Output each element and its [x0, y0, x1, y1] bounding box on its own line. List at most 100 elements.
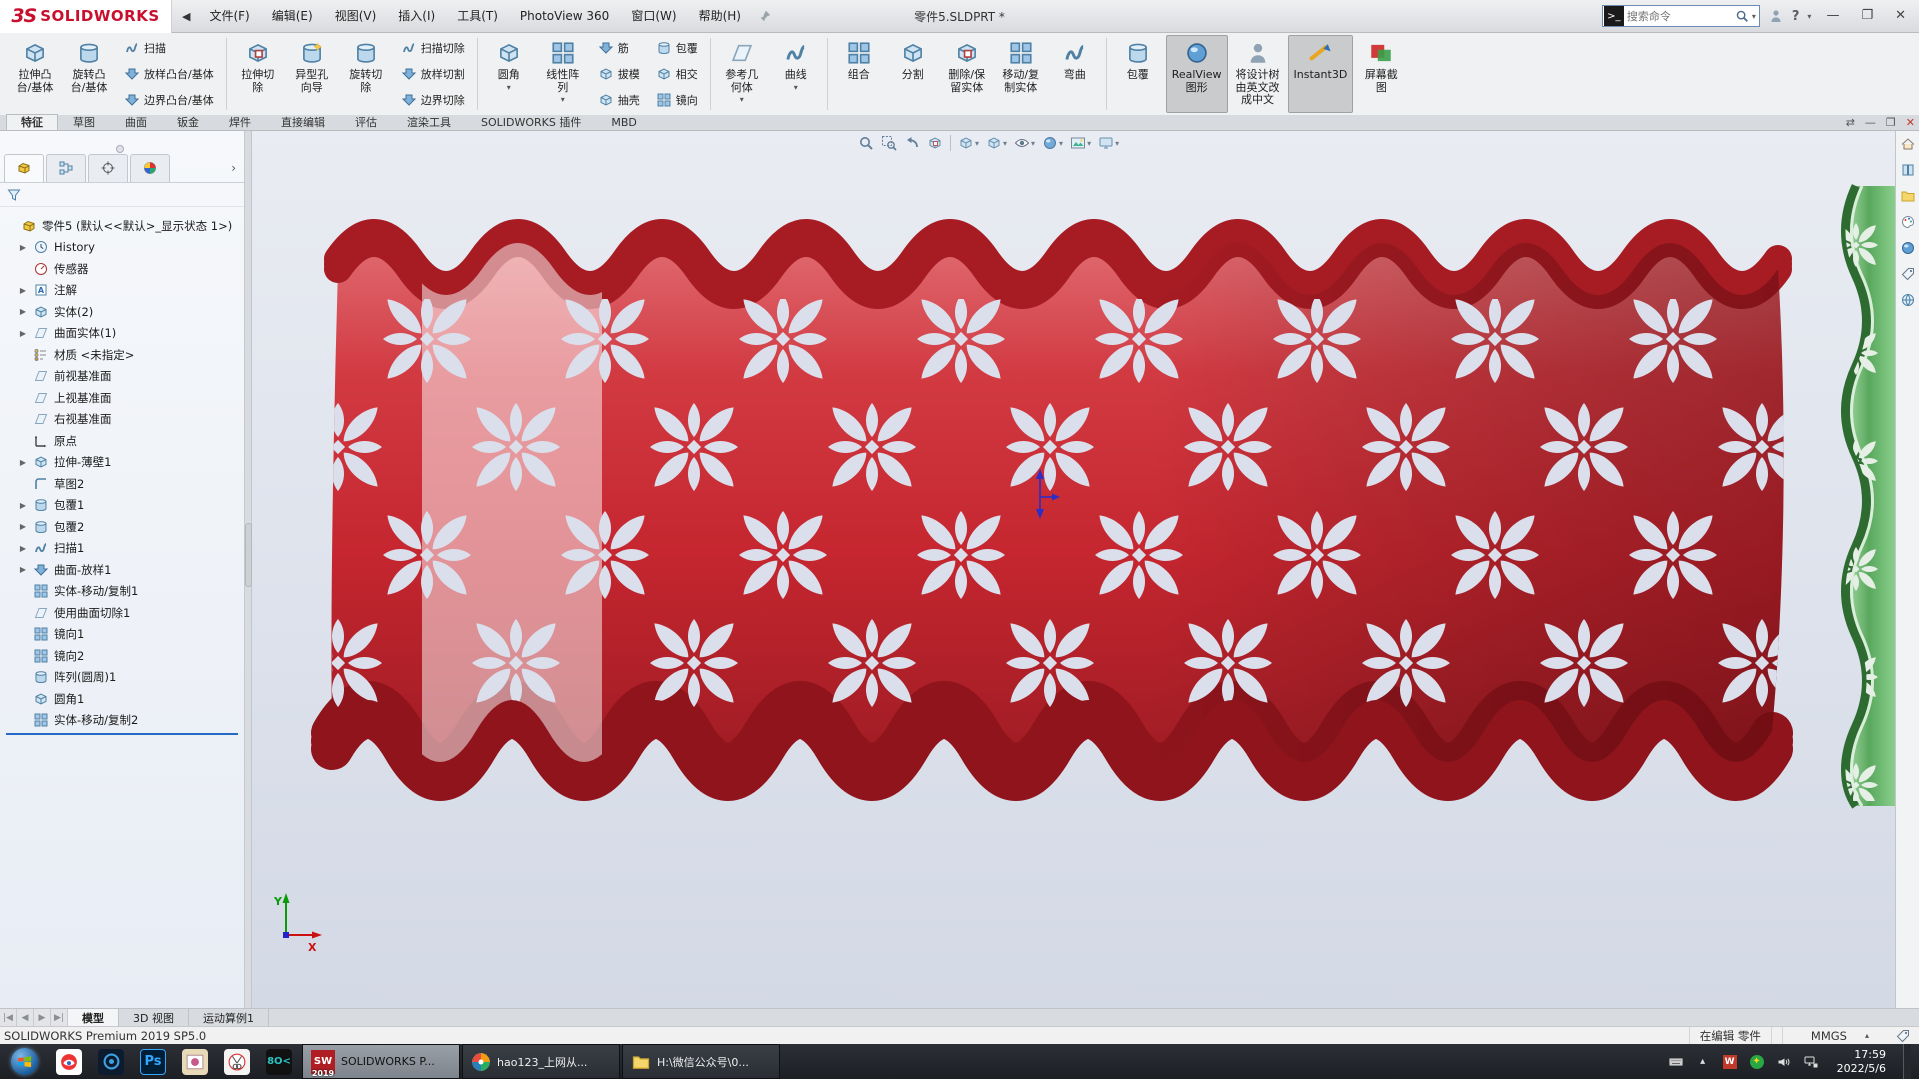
viewport-canvas[interactable]: Y X ▾ ▾ ▾ ▾ ▾ ▾: [252, 131, 1895, 1008]
headsup-zoom-fit-button[interactable]: [858, 135, 874, 151]
tree-item-fillet1[interactable]: 圆角1: [4, 688, 244, 710]
tray-touch-keyboard-button[interactable]: [1667, 1053, 1685, 1071]
login-user-icon[interactable]: [1768, 8, 1784, 24]
taskbar-clock[interactable]: 17:59 2022/5/6: [1829, 1048, 1894, 1076]
tray-tray-expand-button[interactable]: ▴: [1694, 1053, 1712, 1071]
ribbon-extruded-cut-button[interactable]: 拉伸切 除: [232, 35, 284, 113]
command-search-box[interactable]: >_ ▾: [1601, 5, 1760, 27]
tab-render-tools[interactable]: 渲染工具: [392, 114, 466, 130]
taskpane-forum-button[interactable]: [1896, 287, 1919, 313]
ribbon-swept-cut-button[interactable]: 扫描切除: [396, 38, 470, 58]
ribbon-curves-button[interactable]: 曲线 ▾: [770, 35, 822, 113]
expand-arrow-icon[interactable]: ▶: [18, 307, 28, 316]
tab-first-button[interactable]: |◀: [0, 1009, 17, 1026]
expand-arrow-icon[interactable]: ▶: [18, 544, 28, 553]
tab-surfaces[interactable]: 曲面: [110, 114, 162, 130]
taskpane-resources-home-button[interactable]: [1896, 131, 1919, 157]
tray-green-app-tray-button[interactable]: ✦: [1748, 1053, 1766, 1071]
tree-item-body-move-copy1[interactable]: 实体-移动/复制1: [4, 581, 244, 603]
dropdown-caret-icon[interactable]: ▾: [740, 95, 744, 104]
help-icon[interactable]: ?: [1792, 9, 1800, 24]
ribbon-sweep-button[interactable]: 扫描: [119, 38, 219, 58]
ribbon-wrap-button[interactable]: 包覆: [1112, 35, 1164, 113]
menu-window[interactable]: 窗口(W): [620, 0, 687, 32]
search-input[interactable]: [1626, 9, 1735, 23]
expand-arrow-icon[interactable]: ▶: [18, 458, 28, 467]
ribbon-reference-geometry-button[interactable]: 参考几 何体 ▾: [716, 35, 768, 113]
headsup-display-style-button[interactable]: ▾: [986, 135, 1007, 151]
ribbon-boundary-boss-button[interactable]: 边界凸台/基体: [119, 90, 219, 110]
ribbon-realview-button[interactable]: RealView 图形: [1165, 35, 1228, 113]
tab-direct-editing[interactable]: 直接编辑: [266, 114, 340, 130]
expand-arrow-icon[interactable]: ▶: [18, 565, 28, 574]
property-manager-tab[interactable]: [46, 153, 86, 182]
taskpane-view-palette-button[interactable]: [1896, 209, 1919, 235]
minimize-button[interactable]: —: [1819, 4, 1846, 28]
tree-item-mirror1[interactable]: 镜向1: [4, 624, 244, 646]
ribbon-tree-language-button[interactable]: 将设计树 由英文改 成中文: [1230, 35, 1286, 113]
ribbon-intersect-button[interactable]: 相交: [651, 64, 703, 84]
menu-insert[interactable]: 插入(I): [387, 0, 446, 32]
filter-funnel-icon[interactable]: [6, 187, 22, 203]
headsup-previous-view-button[interactable]: [904, 135, 920, 151]
taskpane-appearances-button[interactable]: [1896, 235, 1919, 261]
dropdown-caret-icon[interactable]: ▾: [1003, 139, 1007, 148]
ribbon-loft-boss-button[interactable]: 放样凸台/基体: [119, 64, 219, 84]
menu-tools[interactable]: 工具(T): [446, 0, 509, 32]
menu-file[interactable]: 文件(F): [198, 0, 260, 32]
expand-arrow-icon[interactable]: ▶: [18, 522, 28, 531]
headsup-apply-scene-button[interactable]: ▾: [1070, 135, 1091, 151]
restore-button[interactable]: ❐: [1854, 4, 1880, 28]
taskpane-custom-properties-button[interactable]: [1896, 261, 1919, 287]
tray-red-app-tray-button[interactable]: W: [1721, 1053, 1739, 1071]
panel-splitter[interactable]: [245, 131, 252, 1008]
tree-item-surface-loft1[interactable]: ▶ 曲面-放样1: [4, 559, 244, 581]
dropdown-caret-icon[interactable]: ▾: [561, 95, 565, 104]
menu-pin-icon[interactable]: [758, 9, 772, 23]
dropdown-caret-icon[interactable]: ▾: [1087, 139, 1091, 148]
tree-item-material[interactable]: 材质 <未指定>: [4, 344, 244, 366]
tab-weldments[interactable]: 焊件: [214, 114, 266, 130]
expand-arrow-icon[interactable]: ▶: [18, 501, 28, 510]
ribbon-boundary-cut-button[interactable]: 边界切除: [396, 90, 470, 110]
menu-photoview-360[interactable]: PhotoView 360: [509, 0, 620, 32]
dropdown-caret-icon[interactable]: ▾: [1115, 139, 1119, 148]
expand-arrow-icon[interactable]: ▶: [18, 286, 28, 295]
tree-item-sensors[interactable]: 传感器: [4, 258, 244, 280]
tab-features[interactable]: 特征: [6, 114, 58, 130]
tab-solidworks-addins[interactable]: SOLIDWORKS 插件: [466, 114, 596, 130]
configuration-manager-tab[interactable]: [88, 153, 128, 182]
ribbon-combine-button[interactable]: 组合: [833, 35, 885, 113]
dropdown-caret-icon[interactable]: ▾: [1031, 139, 1035, 148]
ribbon-split-button[interactable]: 分割: [887, 35, 939, 113]
ribbon-linear-pattern-button[interactable]: 线性阵 列 ▾: [537, 35, 589, 113]
taskbar-app-baidu-netdisk[interactable]: [48, 1044, 90, 1079]
ribbon-fillet-button[interactable]: 圆角 ▾: [483, 35, 535, 113]
menu-flyout-arrow-icon[interactable]: ◀: [182, 10, 190, 23]
dropdown-caret-icon[interactable]: ▾: [975, 139, 979, 148]
tab-evaluate[interactable]: 评估: [340, 114, 392, 130]
ribbon-extrude-boss-button[interactable]: 拉伸凸 台/基体: [9, 35, 61, 113]
ribbon-revolve-boss-button[interactable]: 旋转凸 台/基体: [63, 35, 115, 113]
taskpane-design-library-button[interactable]: [1896, 157, 1919, 183]
doc-minimize-icon[interactable]: —: [1865, 116, 1876, 129]
arrange-windows-icon[interactable]: ⇄: [1846, 116, 1855, 129]
ribbon-lofted-cut-button[interactable]: 放样切割: [396, 64, 470, 84]
headsup-edit-appearance-button[interactable]: ▾: [1042, 135, 1063, 151]
panel-splitter-grip[interactable]: [245, 523, 252, 587]
tree-filter-row[interactable]: [0, 183, 244, 207]
display-manager-tab[interactable]: [130, 153, 170, 182]
ribbon-delete-keep-body-button[interactable]: 删除/保 留实体: [941, 35, 993, 113]
tree-item-body-move-copy2[interactable]: 实体-移动/复制2: [4, 710, 244, 732]
expand-arrow-icon[interactable]: ▶: [18, 329, 28, 338]
doc-tab-motion-study-1[interactable]: 运动算例1: [189, 1009, 269, 1026]
tree-item-surface-bodies[interactable]: ▶ 曲面实体(1): [4, 323, 244, 345]
tree-item-extrude-thin1[interactable]: ▶ 拉伸-薄壁1: [4, 452, 244, 474]
menu-help[interactable]: 帮助(H): [688, 0, 752, 32]
tree-item-history[interactable]: ▶ History: [4, 237, 244, 259]
taskbar-window-hao123[interactable]: hao123_上网从...: [462, 1044, 620, 1079]
tree-item-annotations[interactable]: ▶ 注解: [4, 280, 244, 302]
tree-item-mirror2[interactable]: 镜向2: [4, 645, 244, 667]
search-icon[interactable]: [1735, 9, 1749, 23]
ribbon-flex-button[interactable]: 弯曲: [1049, 35, 1101, 113]
